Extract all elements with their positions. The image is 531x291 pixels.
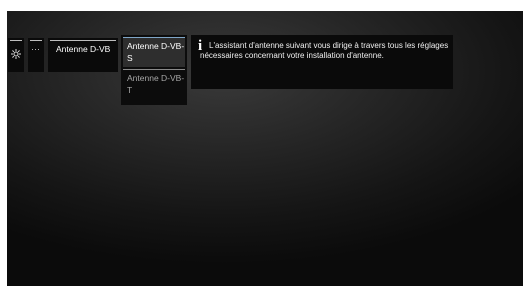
tv-screen: ··· Antenne D-VB Antenne D-VB-S Antenne … (7, 11, 523, 286)
window-frame: ··· Antenne D-VB Antenne D-VB-S Antenne … (0, 0, 531, 291)
more-menu-tile[interactable]: ··· (28, 38, 44, 72)
submenu-item-dvb-s[interactable]: Antenne D-VB-S (123, 37, 185, 67)
settings-menu-tile[interactable] (8, 38, 24, 72)
gear-icon (10, 47, 22, 59)
more-icon: ··· (31, 44, 40, 54)
tile-top-line (50, 40, 116, 41)
submenu-item-dvb-t[interactable]: Antenne D-VB-T (123, 69, 185, 101)
antenna-menu-label: Antenne D-VB (56, 44, 111, 54)
info-text: L'assistant d'antenne suivant vous dirig… (200, 41, 449, 60)
antenna-menu-item[interactable]: Antenne D-VB (48, 38, 118, 72)
info-tooltip: i L'assistant d'antenne suivant vous dir… (191, 35, 453, 89)
tile-top-line (10, 40, 22, 41)
antenna-submenu: Antenne D-VB-S Antenne D-VB-T (121, 35, 187, 105)
tile-top-line (30, 40, 42, 41)
